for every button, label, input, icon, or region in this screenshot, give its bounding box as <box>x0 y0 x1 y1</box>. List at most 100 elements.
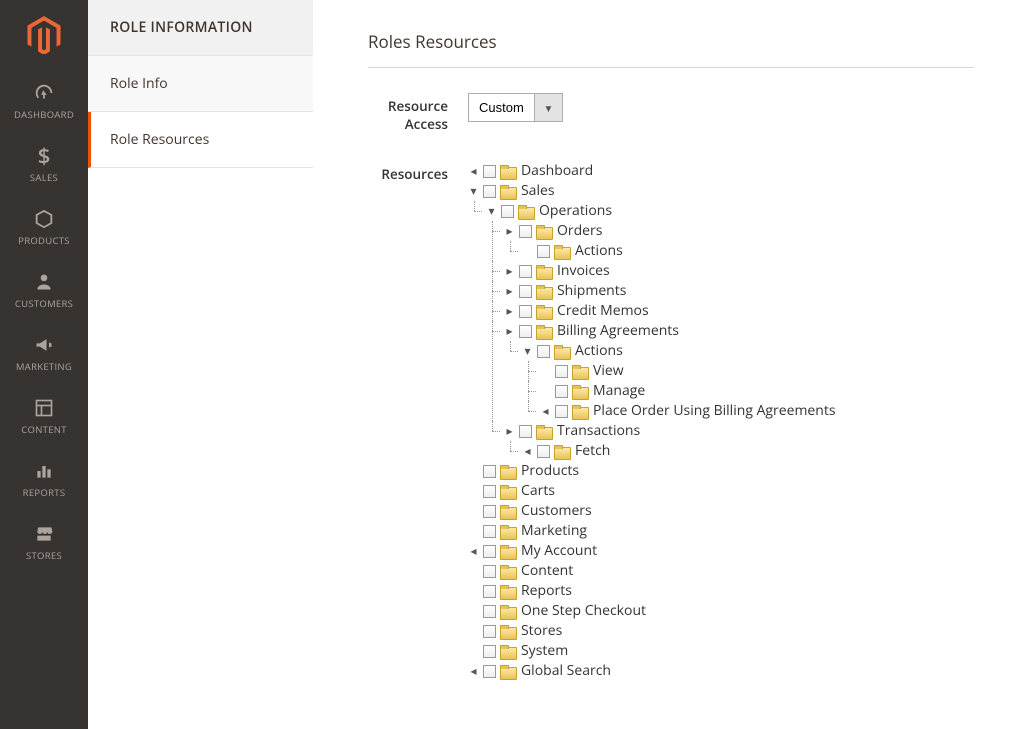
nav-item-stores[interactable]: STORES <box>0 511 88 574</box>
nav-label: DASHBOARD <box>14 108 74 121</box>
tree-node[interactable]: ▸ Shipments <box>504 281 974 301</box>
nav-item-content[interactable]: CONTENT <box>0 385 88 448</box>
tree-node[interactable]: ▸ Orders <box>504 221 974 241</box>
tree-checkbox[interactable] <box>483 565 496 578</box>
tree-node-label: One Step Checkout <box>521 601 646 621</box>
tree-toggle-icon[interactable]: ◂ <box>468 166 479 177</box>
resource-access-label: Resource Access <box>368 93 468 133</box>
tree-node[interactable]: ◂ Dashboard <box>468 161 974 181</box>
nav-item-dashboard[interactable]: DASHBOARD <box>0 70 88 133</box>
tree-node[interactable]: ▸Billing Agreements <box>504 321 974 341</box>
tree-toggle-placeholder <box>468 646 479 657</box>
panel-item[interactable]: Role Info <box>88 56 313 112</box>
tree-checkbox[interactable] <box>519 285 532 298</box>
tree-node[interactable]: Carts <box>468 481 974 501</box>
resources-tree: ◂ Dashboard▾Sales▾Operations ▸ OrdersAction… <box>468 161 974 681</box>
tree-checkbox[interactable] <box>483 645 496 658</box>
tree-checkbox[interactable] <box>519 265 532 278</box>
tree-toggle-icon[interactable]: ◂ <box>468 666 479 677</box>
folder-icon <box>536 325 551 338</box>
tree-node[interactable]: Actions <box>522 241 974 261</box>
tree-checkbox[interactable] <box>483 605 496 618</box>
tree-node[interactable]: One Step Checkout <box>468 601 974 621</box>
tree-node[interactable]: ◂Fetch <box>522 441 974 461</box>
tree-checkbox[interactable] <box>483 185 496 198</box>
tree-node[interactable]: Customers <box>468 501 974 521</box>
folder-icon <box>500 545 515 558</box>
tree-node[interactable]: Content <box>468 561 974 581</box>
nav-item-reports[interactable]: REPORTS <box>0 448 88 511</box>
tree-checkbox[interactable] <box>483 505 496 518</box>
tree-toggle-icon[interactable]: ▾ <box>486 206 497 217</box>
tree-toggle-icon[interactable]: ▸ <box>504 266 515 277</box>
resource-access-select-input[interactable]: Custom <box>469 94 534 121</box>
tree-node[interactable]: ▸Invoices <box>504 261 974 281</box>
tree-toggle-placeholder <box>468 626 479 637</box>
tree-checkbox[interactable] <box>555 405 568 418</box>
folder-icon <box>572 385 587 398</box>
tree-node[interactable]: ▾Operations <box>486 201 974 221</box>
marketing-icon <box>33 334 55 356</box>
nav-item-customers[interactable]: CUSTOMERS <box>0 259 88 322</box>
tree-node-label: Shipments <box>557 281 626 301</box>
tree-node[interactable]: ▾Actions <box>522 341 974 361</box>
tree-node[interactable]: View <box>540 361 974 381</box>
tree-checkbox[interactable] <box>537 345 550 358</box>
tree-node[interactable]: Stores <box>468 621 974 641</box>
tree-checkbox[interactable] <box>483 545 496 558</box>
tree-node-label: Orders <box>557 221 602 241</box>
tree-toggle-placeholder <box>522 246 533 257</box>
tree-toggle-icon[interactable]: ▸ <box>504 226 515 237</box>
magento-logo[interactable] <box>0 0 88 70</box>
tree-checkbox[interactable] <box>519 225 532 238</box>
nav-item-sales[interactable]: $SALES <box>0 133 88 196</box>
nav-item-marketing[interactable]: MARKETING <box>0 322 88 385</box>
tree-toggle-icon[interactable]: ◂ <box>468 546 479 557</box>
folder-icon <box>500 485 515 498</box>
main-content: Roles Resources Resource Access Custom ▼… <box>313 0 1019 729</box>
tree-node[interactable]: Reports <box>468 581 974 601</box>
tree-checkbox[interactable] <box>537 445 550 458</box>
tree-node[interactable]: ◂Global Search <box>468 661 974 681</box>
tree-checkbox[interactable] <box>483 465 496 478</box>
tree-toggle-icon[interactable]: ▸ <box>504 426 515 437</box>
tree-checkbox[interactable] <box>501 205 514 218</box>
nav-item-products[interactable]: PRODUCTS <box>0 196 88 259</box>
folder-icon <box>500 525 515 538</box>
tree-checkbox[interactable] <box>483 665 496 678</box>
tree-checkbox[interactable] <box>519 305 532 318</box>
tree-node[interactable]: Marketing <box>468 521 974 541</box>
tree-node[interactable]: ◂My Account <box>468 541 974 561</box>
tree-toggle-icon[interactable]: ▾ <box>468 186 479 197</box>
tree-checkbox[interactable] <box>519 325 532 338</box>
tree-toggle-icon[interactable]: ▸ <box>504 286 515 297</box>
tree-toggle-icon[interactable]: ▸ <box>504 326 515 337</box>
tree-checkbox[interactable] <box>483 485 496 498</box>
tree-node[interactable]: ▸Transactions <box>504 421 974 441</box>
tree-checkbox[interactable] <box>483 625 496 638</box>
resource-access-select[interactable]: Custom ▼ <box>468 93 563 122</box>
tree-checkbox[interactable] <box>483 585 496 598</box>
tree-node[interactable]: ▾Sales <box>468 181 974 201</box>
tree-checkbox[interactable] <box>519 425 532 438</box>
nav-label: SALES <box>30 171 58 184</box>
tree-node[interactable]: System <box>468 641 974 661</box>
tree-checkbox[interactable] <box>555 365 568 378</box>
panel-item[interactable]: Role Resources <box>88 112 313 168</box>
tree-node[interactable]: Manage <box>540 381 974 401</box>
tree-checkbox[interactable] <box>555 385 568 398</box>
tree-toggle-icon[interactable]: ◂ <box>540 406 551 417</box>
tree-checkbox[interactable] <box>483 525 496 538</box>
tree-toggle-icon[interactable]: ▸ <box>504 306 515 317</box>
tree-node[interactable]: Products <box>468 461 974 481</box>
tree-node[interactable]: ◂Place Order Using Billing Agreements <box>540 401 974 421</box>
tree-node[interactable]: ▸Credit Memos <box>504 301 974 321</box>
tree-node-label: Dashboard <box>521 161 593 181</box>
tree-checkbox[interactable] <box>483 165 496 178</box>
chevron-down-icon[interactable]: ▼ <box>534 94 562 121</box>
tree-checkbox[interactable] <box>537 245 550 258</box>
tree-toggle-placeholder <box>468 586 479 597</box>
tree-toggle-icon[interactable]: ▾ <box>522 346 533 357</box>
reports-icon <box>34 460 54 482</box>
tree-toggle-icon[interactable]: ◂ <box>522 446 533 457</box>
